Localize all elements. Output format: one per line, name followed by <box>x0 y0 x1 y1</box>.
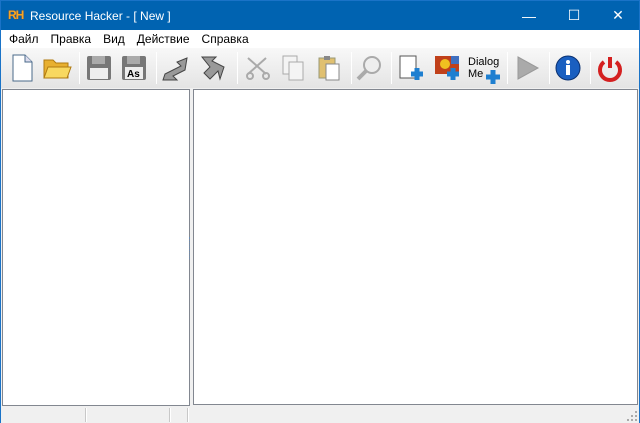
add-blank-resource-button[interactable] <box>395 52 427 84</box>
status-divider <box>85 408 87 422</box>
save-button[interactable] <box>83 52 115 84</box>
copy-button[interactable] <box>277 52 309 84</box>
new-file-icon <box>12 54 33 82</box>
editor-pane[interactable] <box>193 89 638 405</box>
menu-view[interactable]: Вид <box>97 30 131 48</box>
add-image-resource-icon <box>435 56 459 80</box>
add-image-resource-button[interactable] <box>432 52 464 84</box>
run-script-button[interactable] <box>511 52 543 84</box>
menu-edit[interactable]: Правка <box>45 30 98 48</box>
paste-icon <box>318 56 340 81</box>
arrow-export-icon <box>200 56 225 81</box>
toolbar-separator <box>507 52 508 84</box>
folder-open-icon <box>43 59 72 79</box>
app-logo-icon: RH <box>8 8 24 22</box>
arrow-import-icon <box>162 57 188 81</box>
menu-file[interactable]: Файл <box>3 30 45 48</box>
import-button[interactable] <box>159 52 191 84</box>
play-icon <box>517 56 540 80</box>
status-divider <box>187 408 189 422</box>
new-file-button[interactable] <box>6 52 38 84</box>
open-button[interactable] <box>41 52 73 84</box>
svg-text:As: As <box>127 69 140 80</box>
add-dialog-menu-button[interactable]: Dialog Me <box>468 52 500 84</box>
toolbar-separator <box>156 52 157 84</box>
magnifier-icon <box>356 56 381 81</box>
maximize-button[interactable]: ☐ <box>552 1 596 30</box>
toolbar-separator <box>79 52 80 84</box>
floppy-disk-saveas-icon: As <box>122 56 146 80</box>
save-as-button[interactable]: As <box>118 52 150 84</box>
scissors-icon <box>246 57 270 80</box>
toolbar-separator <box>351 52 352 84</box>
about-button[interactable] <box>552 52 584 84</box>
info-icon <box>555 55 581 81</box>
find-button[interactable] <box>353 52 385 84</box>
title-bar: RH Resource Hacker - [ New ] — ☐ ✕ <box>1 1 639 30</box>
exit-button[interactable] <box>594 52 626 84</box>
resource-tree-pane[interactable] <box>2 89 190 406</box>
toolbar: As Dialog Me <box>1 48 639 88</box>
toolbar-separator <box>549 52 550 84</box>
status-divider <box>169 408 171 422</box>
resize-grip-icon[interactable] <box>627 411 637 421</box>
status-bar <box>1 406 639 423</box>
menu-action[interactable]: Действие <box>131 30 196 48</box>
toolbar-separator <box>237 52 238 84</box>
menu-bar: Файл Правка Вид Действие Справка <box>1 30 639 48</box>
power-icon <box>598 57 622 82</box>
floppy-disk-icon <box>87 56 111 80</box>
splitter-handle[interactable] <box>189 237 191 259</box>
minimize-button[interactable]: — <box>507 1 551 30</box>
toolbar-separator <box>391 52 392 84</box>
add-blank-resource-icon <box>399 55 423 80</box>
plus-icon <box>486 70 500 84</box>
export-button[interactable] <box>197 52 229 84</box>
window-title: Resource Hacker - [ New ] <box>30 9 171 23</box>
toolbar-separator <box>590 52 591 84</box>
menu-label: Me <box>468 68 484 80</box>
close-button[interactable]: ✕ <box>596 1 640 30</box>
dialog-label: Dialog <box>468 56 500 68</box>
paste-button[interactable] <box>313 52 345 84</box>
cut-button[interactable] <box>242 52 274 84</box>
copy-icon <box>282 55 304 81</box>
menu-help[interactable]: Справка <box>196 30 255 48</box>
